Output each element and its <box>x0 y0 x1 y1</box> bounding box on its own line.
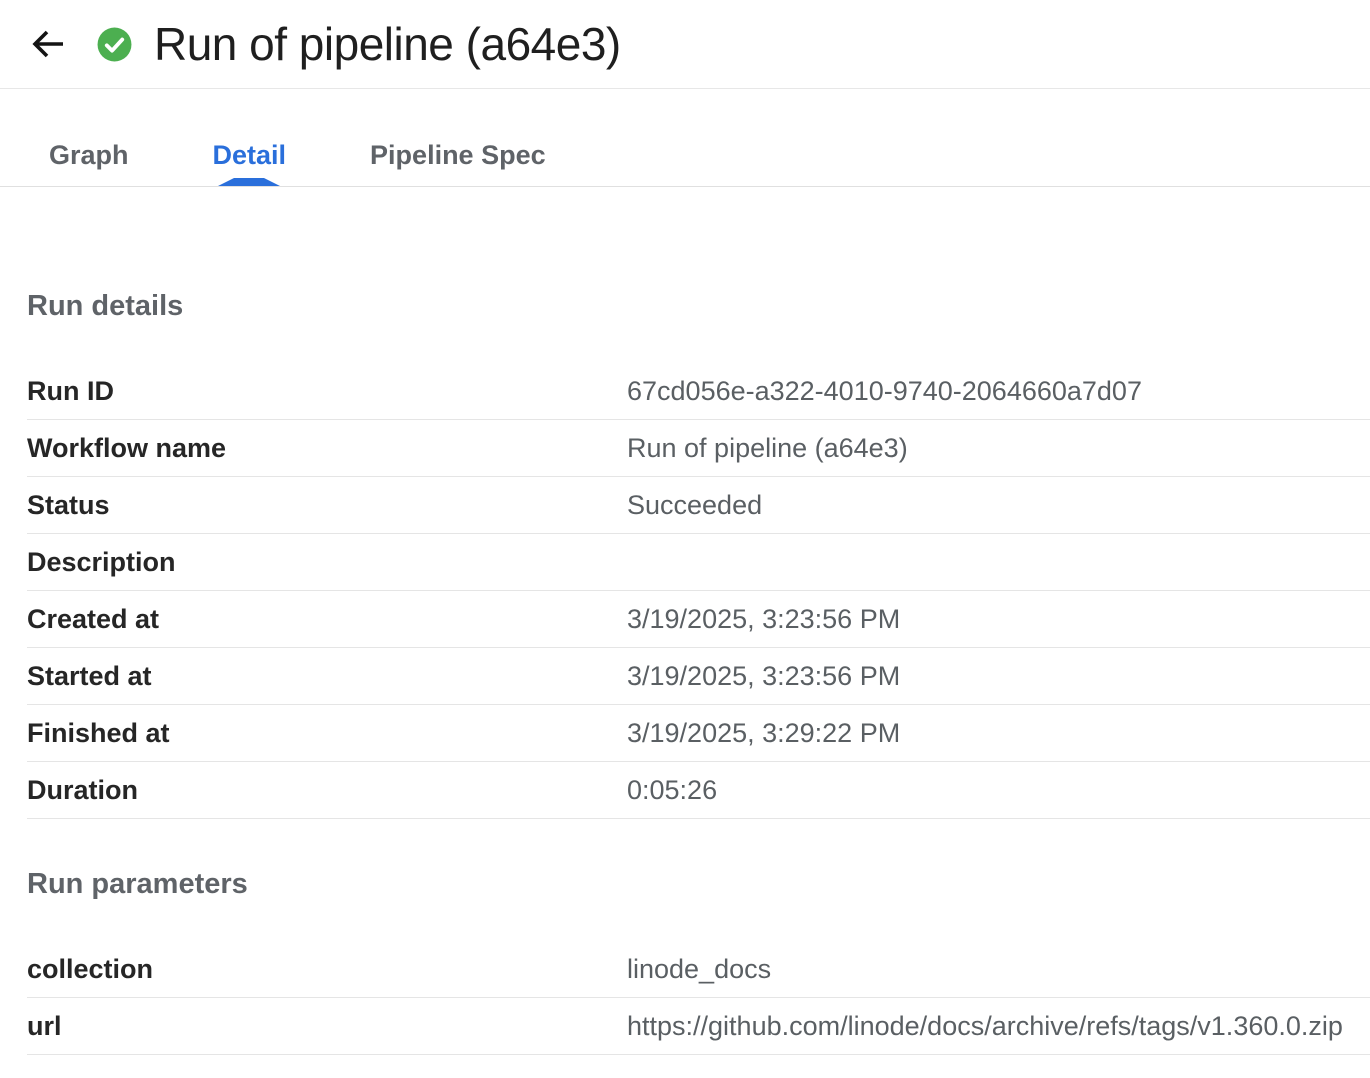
row-value: 3/19/2025, 3:23:56 PM <box>627 661 900 692</box>
row-value: 3/19/2025, 3:23:56 PM <box>627 604 900 635</box>
row-label: Finished at <box>27 718 627 749</box>
back-button[interactable] <box>30 28 66 60</box>
row-value: Succeeded <box>627 490 762 521</box>
row-created-at: Created at 3/19/2025, 3:23:56 PM <box>27 591 1370 648</box>
run-parameters-heading: Run parameters <box>27 819 1370 901</box>
tab-graph[interactable]: Graph <box>7 124 171 186</box>
row-label: url <box>27 1011 627 1042</box>
row-value: 0:05:26 <box>627 775 717 806</box>
back-arrow-icon <box>31 29 65 59</box>
tab-pipeline-spec-label: Pipeline Spec <box>370 140 546 171</box>
run-details-table: Run ID 67cd056e-a322-4010-9740-2064660a7… <box>27 363 1370 819</box>
row-label: Run ID <box>27 376 627 407</box>
row-param-collection: collection linode_docs <box>27 941 1370 998</box>
row-status: Status Succeeded <box>27 477 1370 534</box>
row-run-id: Run ID 67cd056e-a322-4010-9740-2064660a7… <box>27 363 1370 420</box>
row-value: 67cd056e-a322-4010-9740-2064660a7d07 <box>627 376 1142 407</box>
row-value: linode_docs <box>627 954 771 985</box>
tab-bar: Graph Detail Pipeline Spec <box>0 89 1370 187</box>
page-header: Run of pipeline (a64e3) <box>0 0 1370 89</box>
row-description: Description <box>27 534 1370 591</box>
row-label: Created at <box>27 604 627 635</box>
tab-detail-label: Detail <box>213 140 287 171</box>
row-value: Run of pipeline (a64e3) <box>627 433 908 464</box>
page-title: Run of pipeline (a64e3) <box>154 17 621 71</box>
detail-content: Run details Run ID 67cd056e-a322-4010-97… <box>0 187 1370 1055</box>
row-label: Started at <box>27 661 627 692</box>
run-status-success-icon <box>96 26 133 63</box>
row-value: https://github.com/linode/docs/archive/r… <box>627 1011 1343 1042</box>
tab-detail[interactable]: Detail <box>171 124 329 186</box>
run-details-heading: Run details <box>27 187 1370 323</box>
row-value: 3/19/2025, 3:29:22 PM <box>627 718 900 749</box>
run-parameters-table: collection linode_docs url https://githu… <box>27 941 1370 1055</box>
row-duration: Duration 0:05:26 <box>27 762 1370 819</box>
row-label: Description <box>27 547 627 578</box>
active-tab-indicator <box>218 178 280 186</box>
row-label: collection <box>27 954 627 985</box>
run-detail-page: Run of pipeline (a64e3) Graph Detail Pip… <box>0 0 1370 1078</box>
tab-graph-label: Graph <box>49 140 129 171</box>
row-finished-at: Finished at 3/19/2025, 3:29:22 PM <box>27 705 1370 762</box>
row-param-url: url https://github.com/linode/docs/archi… <box>27 998 1370 1055</box>
row-label: Workflow name <box>27 433 627 464</box>
tab-pipeline-spec[interactable]: Pipeline Spec <box>328 124 588 186</box>
row-label: Duration <box>27 775 627 806</box>
row-label: Status <box>27 490 627 521</box>
row-started-at: Started at 3/19/2025, 3:23:56 PM <box>27 648 1370 705</box>
row-workflow-name: Workflow name Run of pipeline (a64e3) <box>27 420 1370 477</box>
